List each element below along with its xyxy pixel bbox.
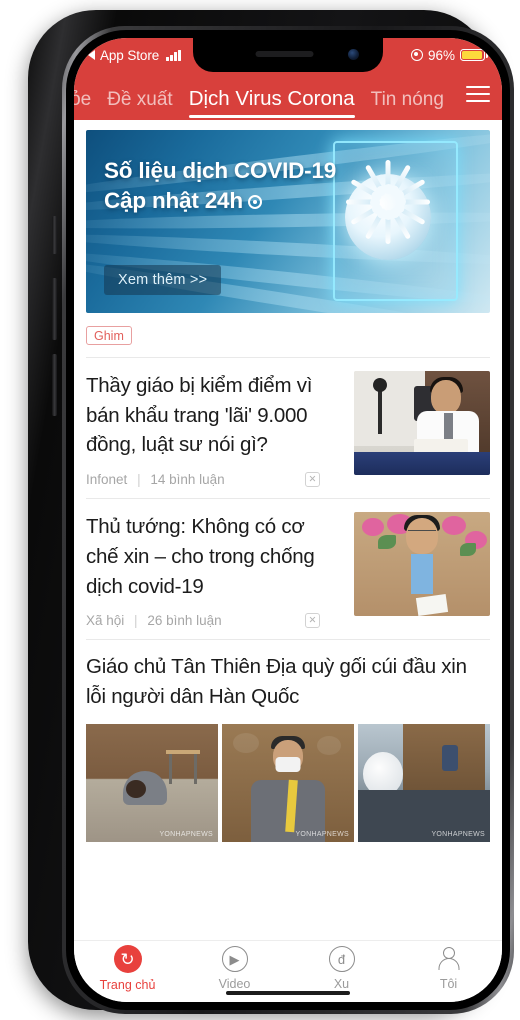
gallery-image-1[interactable]: YONHAPNEWS xyxy=(86,723,218,842)
gallery-image-3[interactable]: YONHAPNEWS xyxy=(358,723,490,842)
banner-line-1: Số liệu dịch COVID-19 xyxy=(104,158,337,183)
article-meta: Xã hội | 26 bình luận ✕ xyxy=(86,613,342,629)
tab-khoe[interactable]: khỏe xyxy=(74,90,91,120)
news-feed[interactable]: Số liệu dịch COVID-19 Cập nhật 24h Xem t… xyxy=(74,120,502,940)
category-tabs[interactable]: khỏe Đề xuất Dịch Virus Corona Tin nóng xyxy=(74,72,466,120)
meta-separator: | xyxy=(137,472,141,488)
article-comment-count: 26 bình luận xyxy=(147,613,222,629)
location-services-icon xyxy=(410,49,423,61)
tab-label: Video xyxy=(218,977,251,991)
article-source: Infonet xyxy=(86,472,128,488)
person-profile-icon xyxy=(436,946,462,972)
tab-label: Trang chủ xyxy=(99,978,156,992)
front-camera xyxy=(348,49,359,60)
covid-banner[interactable]: Số liệu dịch COVID-19 Cập nhật 24h Xem t… xyxy=(86,130,490,313)
close-x-icon[interactable]: ✕ xyxy=(305,472,320,488)
status-badge: Ghim xyxy=(86,326,132,345)
watermark: YONHAPNEWS xyxy=(295,830,349,838)
tab-label: Xu xyxy=(333,977,350,991)
screenshot-stage: App Store 96% khỏe Đề xuất Dịch Virus Co… xyxy=(0,0,520,1020)
tab-dich-virus-corona[interactable]: Dịch Virus Corona xyxy=(188,88,355,121)
watermark: YONHAPNEWS xyxy=(431,830,485,838)
close-x-icon[interactable]: ✕ xyxy=(305,613,320,629)
battery-percent-label: 96% xyxy=(427,47,455,63)
category-tab-bar: khỏe Đề xuất Dịch Virus Corona Tin nóng xyxy=(74,72,502,120)
virus-particle-graphic xyxy=(345,159,432,260)
article-meta: Infonet | 14 bình luận ✕ xyxy=(86,472,342,488)
tab-toi[interactable]: Tôi xyxy=(395,946,502,991)
battery-low-power-icon xyxy=(460,49,488,61)
tab-tin-nong[interactable]: Tin nóng xyxy=(371,90,444,120)
covid-banner-wrapper: Số liệu dịch COVID-19 Cập nhật 24h Xem t… xyxy=(74,120,502,313)
volume-down-button[interactable] xyxy=(52,354,57,416)
return-to-app-label[interactable]: App Store xyxy=(100,48,159,63)
watermark: YONHAPNEWS xyxy=(159,830,213,838)
list-item[interactable]: Thủ tướng: Không có cơ chế xin – cho tro… xyxy=(74,499,502,639)
tab-label: Tôi xyxy=(439,977,458,991)
banner-text: Số liệu dịch COVID-19 Cập nhật 24h xyxy=(104,156,336,215)
silent-switch[interactable] xyxy=(52,216,57,254)
play-circle-icon: ▶ xyxy=(221,946,248,972)
article-thumbnail[interactable] xyxy=(354,512,490,617)
tab-xu[interactable]: đ Xu xyxy=(288,946,395,991)
tab-video[interactable]: ▶ Video xyxy=(181,946,288,991)
tab-de-xuat[interactable]: Đề xuất xyxy=(107,90,172,120)
device-notch xyxy=(193,38,383,72)
article-meta-text: Infonet | 14 bình luận xyxy=(86,472,225,487)
status-bar-right: 96% xyxy=(410,47,488,63)
earpiece-speaker xyxy=(255,51,314,57)
article-title[interactable]: Thủ tướng: Không có cơ chế xin – cho tro… xyxy=(86,512,342,601)
article-source: Xã hội xyxy=(86,613,125,629)
back-arrow-icon[interactable] xyxy=(88,50,95,60)
phone-frame: App Store 96% khỏe Đề xuất Dịch Virus Co… xyxy=(28,10,514,1014)
list-item[interactable]: Thầy giáo bị kiểm điểm vì bán khẩu trang… xyxy=(74,358,502,498)
phone-screen: App Store 96% khỏe Đề xuất Dịch Virus Co… xyxy=(74,38,502,1002)
article-comment-count: 14 bình luận xyxy=(150,472,225,488)
tab-trang-chu[interactable]: ↻ Trang chủ xyxy=(74,945,181,992)
article-title[interactable]: Giáo chủ Tân Thiên Địa quỳ gối cúi đầu x… xyxy=(74,640,502,713)
target-refresh-icon xyxy=(247,194,262,209)
status-bar-left[interactable]: App Store xyxy=(88,48,182,63)
banner-cta-button[interactable]: Xem thêm >> xyxy=(104,265,222,295)
article-meta-text: Xã hội | 26 bình luận xyxy=(86,613,222,628)
article-thumbnail[interactable] xyxy=(354,371,490,475)
coin-dong-icon: đ xyxy=(328,946,355,972)
home-indicator[interactable] xyxy=(226,991,350,995)
signal-bars-icon xyxy=(166,49,182,61)
article-content: Thầy giáo bị kiểm điểm vì bán khẩu trang… xyxy=(86,371,342,488)
article-image-gallery[interactable]: YONHAPNEWS YONHAPNEWS YONHAPNEWS xyxy=(74,714,502,842)
article-content: Thủ tướng: Không có cơ chế xin – cho tro… xyxy=(86,512,342,629)
article-title[interactable]: Thầy giáo bị kiểm điểm vì bán khẩu trang… xyxy=(86,371,342,460)
banner-line-2: Cập nhật 24h xyxy=(104,186,336,216)
volume-up-button[interactable] xyxy=(52,278,57,340)
meta-separator: | xyxy=(134,613,138,629)
pinned-badge-row: Ghim xyxy=(74,313,502,357)
refresh-home-icon: ↻ xyxy=(113,945,142,973)
gallery-image-2[interactable]: YONHAPNEWS xyxy=(222,723,354,842)
hamburger-menu-icon[interactable] xyxy=(466,86,490,102)
